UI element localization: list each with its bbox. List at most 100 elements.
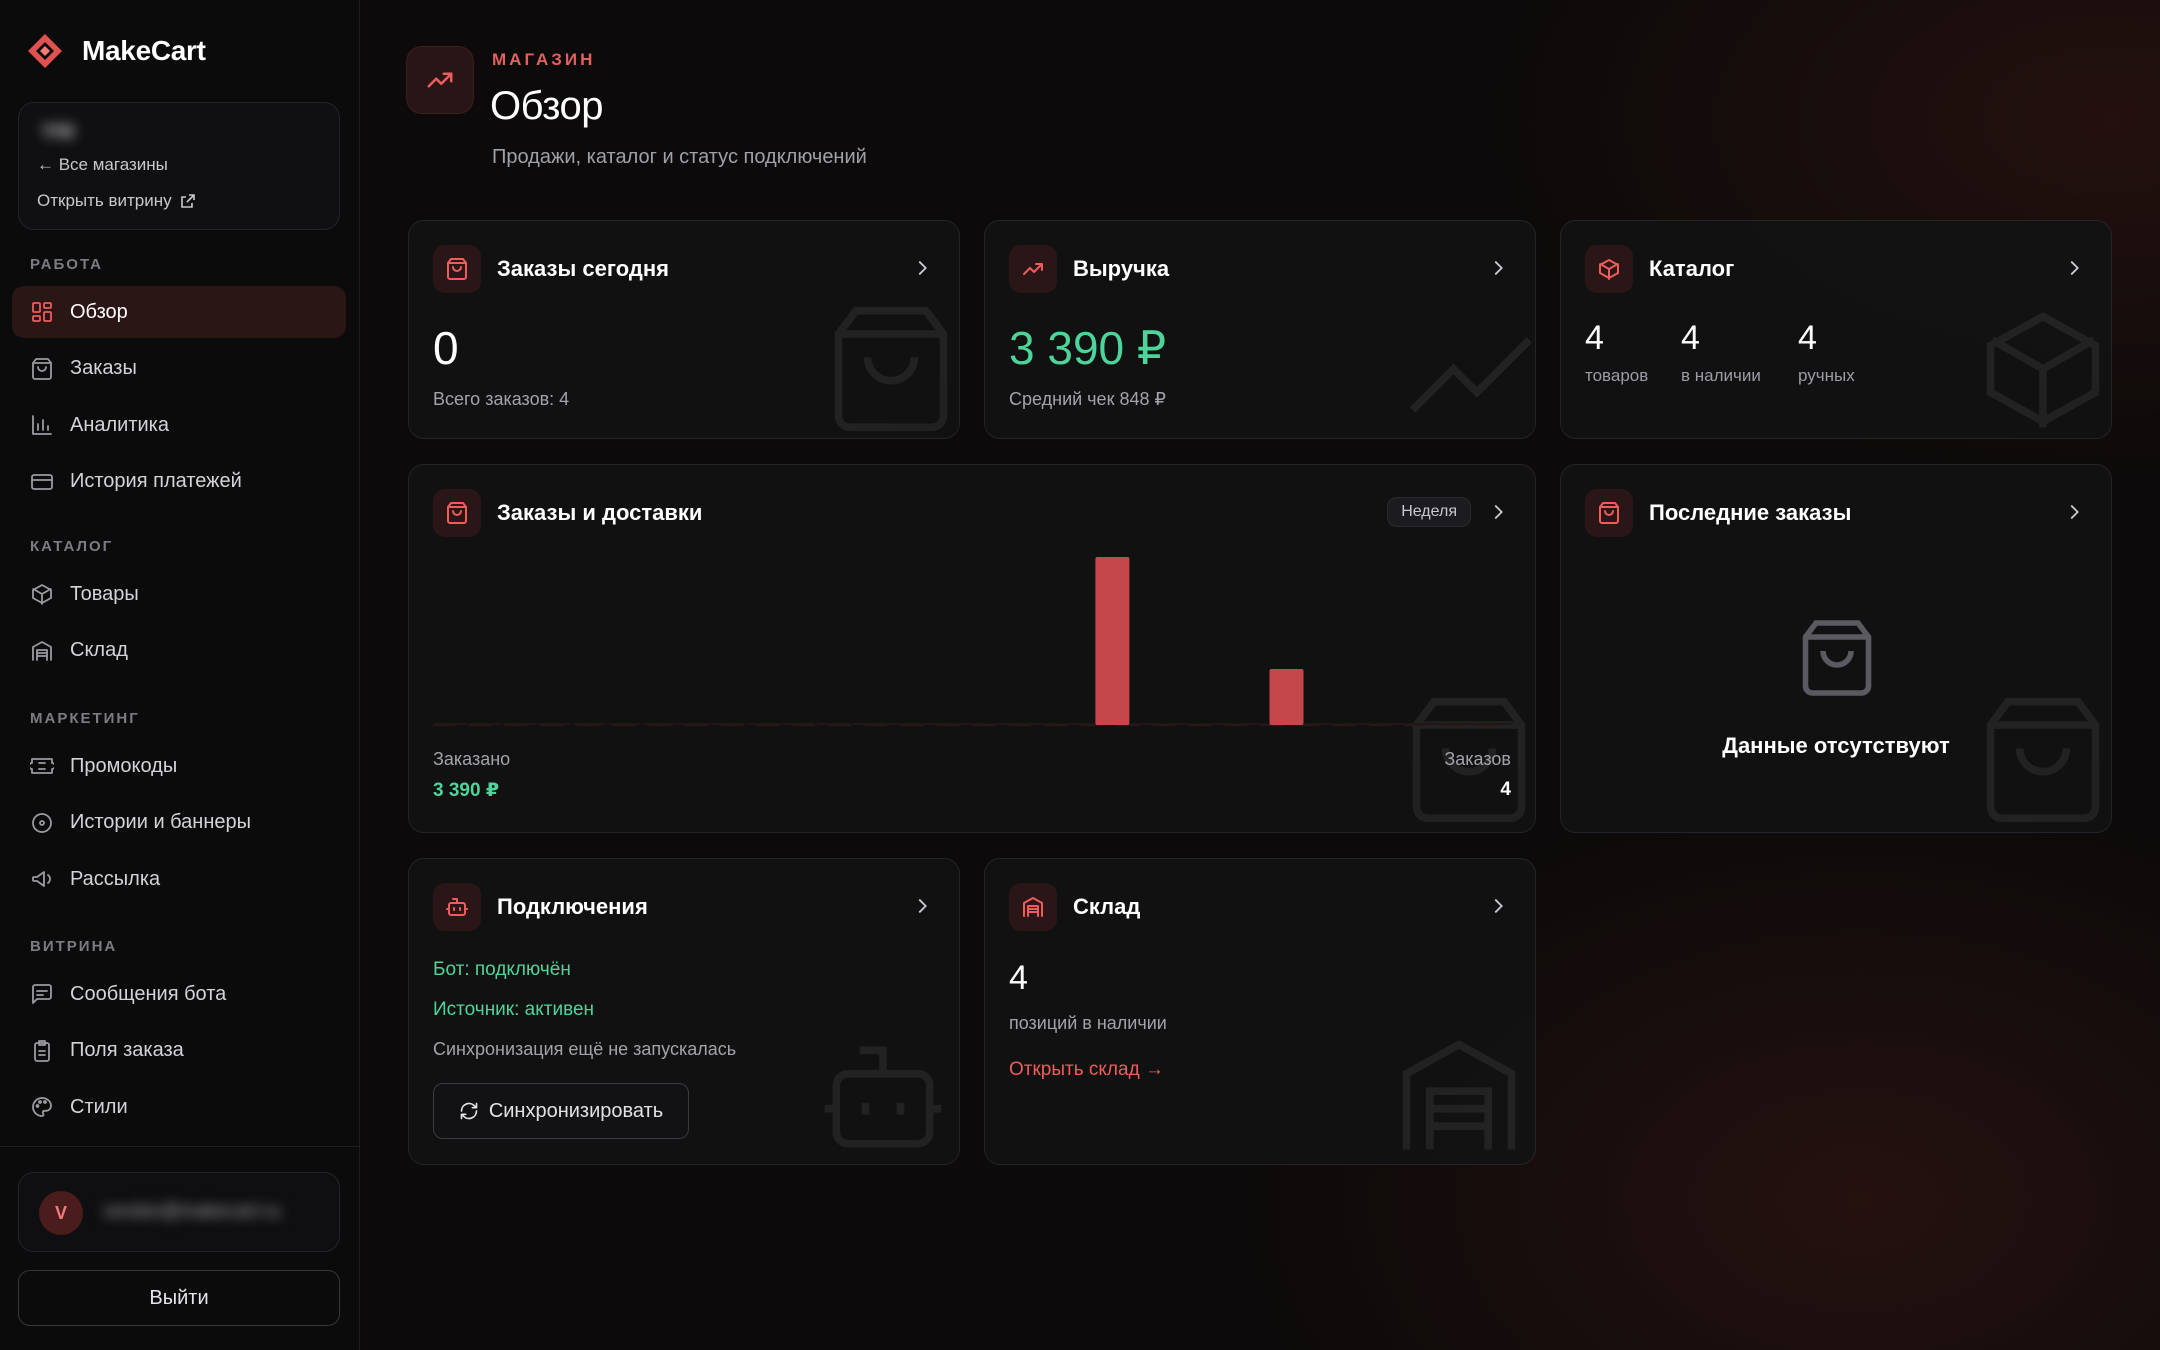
- orders-bar-chart: [433, 557, 1513, 726]
- chart-bar: [1060, 723, 1095, 725]
- store-card: YNI ← Все магазины Открыть витрину: [18, 102, 340, 230]
- sidebar-item[interactable]: Обзор: [12, 286, 346, 338]
- recent-orders-card[interactable]: Последние заказы Данные отсутствуют: [1560, 464, 2112, 833]
- sidebar-item-label: История платежей: [70, 470, 242, 492]
- chart-bar: [1234, 723, 1269, 725]
- user-email: vendor@makecart.ru: [103, 1201, 281, 1222]
- trending-up-icon: [1009, 245, 1057, 293]
- sync-button[interactable]: Синхронизировать: [433, 1083, 689, 1139]
- catalog-card[interactable]: Каталог 4 товаров 4 в наличии 4 ручных: [1560, 220, 2112, 439]
- sidebar-item[interactable]: Промокоды: [12, 740, 346, 792]
- stat-label: товаров: [1585, 366, 1649, 385]
- card-title: Заказы сегодня: [497, 256, 669, 281]
- trending-up-watermark-icon: [1409, 337, 1533, 413]
- period-selector[interactable]: Неделя: [1387, 497, 1471, 527]
- sidebar-item[interactable]: Истории и баннеры: [12, 797, 346, 849]
- stat-value: 4: [1681, 319, 1700, 357]
- sidebar-item[interactable]: Товары: [12, 568, 346, 620]
- logout-button[interactable]: Выйти: [18, 1270, 340, 1326]
- nav-section-title: РАБОТА: [30, 256, 104, 273]
- shopping-bag-watermark-icon: [1986, 697, 2100, 823]
- chevron-right-icon[interactable]: [911, 257, 933, 279]
- card-title: Выручка: [1073, 256, 1170, 281]
- nav-section-title: ВИТРИНА: [30, 938, 118, 955]
- stat-value: 4: [1798, 319, 1817, 357]
- connections-card[interactable]: Подключения Бот: подключён Источник: акт…: [408, 858, 960, 1165]
- user-card[interactable]: V vendor@makecart.ru: [18, 1172, 340, 1252]
- shopping-bag-icon: [1585, 489, 1633, 537]
- sidebar-item[interactable]: Заказы: [12, 343, 346, 395]
- sidebar-item[interactable]: Стили: [12, 1081, 346, 1133]
- chart-bar: [1304, 723, 1339, 725]
- message-icon: [32, 984, 52, 1004]
- chart-bar: [1095, 557, 1130, 725]
- chevron-right-icon[interactable]: [911, 895, 933, 917]
- brand[interactable]: MakeCart: [26, 32, 206, 70]
- shopping-bag-icon: [32, 357, 52, 380]
- chevron-right-icon[interactable]: [1487, 895, 1509, 917]
- revenue-value: 3 390 ₽: [1009, 322, 1167, 374]
- chart-bar: [921, 723, 956, 725]
- dashboard-icon: [32, 302, 52, 322]
- orders-today-value: 0: [433, 322, 459, 374]
- sidebar-item[interactable]: Сообщения бота: [12, 968, 346, 1020]
- chart-bar: [1478, 723, 1513, 725]
- stat-label: ручных: [1798, 366, 1855, 385]
- page-title: Обзор: [490, 84, 604, 128]
- open-storefront-link[interactable]: Открыть витрину: [37, 191, 196, 211]
- card-header: Заказы и доставки: [433, 489, 702, 537]
- card-header: Выручка: [1009, 245, 1169, 293]
- chart-bar: [572, 723, 607, 725]
- sync-button-label: Синхронизировать: [488, 1099, 664, 1122]
- chart-bar: [1374, 723, 1409, 725]
- card-header: Заказы сегодня: [433, 245, 669, 293]
- card-header: Каталог: [1585, 245, 1734, 293]
- sidebar-item-label: Товары: [70, 582, 139, 605]
- card-header: Подключения: [433, 883, 648, 931]
- orders-deliveries-card[interactable]: Заказы и доставки Неделя Заказано 3 390 …: [408, 464, 1536, 833]
- sidebar-item[interactable]: Рассылка: [12, 853, 346, 905]
- empty-bag-icon: [1802, 620, 1872, 696]
- package-icon: [32, 584, 52, 605]
- bot-status: Бот: подключён: [433, 959, 571, 980]
- sidebar-item-label: Рассылка: [70, 867, 161, 890]
- stat-value: 4: [1585, 319, 1604, 357]
- chevron-right-icon[interactable]: [1487, 501, 1509, 523]
- warehouse-card[interactable]: Склад 4 позиций в наличии Открыть склад …: [984, 858, 1536, 1165]
- chart-bar: [747, 723, 781, 725]
- open-warehouse-link[interactable]: Открыть склад →: [1009, 1059, 1164, 1081]
- bot-icon: [433, 883, 481, 931]
- main-content: МАГАЗИН Обзор Продажи, каталог и статус …: [360, 0, 2160, 1350]
- average-check: Средний чек 848 ₽: [1009, 389, 1166, 409]
- sidebar-item-label: Обзор: [70, 300, 128, 323]
- warehouse-value: 4: [1009, 959, 1028, 997]
- revenue-card[interactable]: Выручка 3 390 ₽ Средний чек 848 ₽: [984, 220, 1536, 439]
- sidebar-item-label: Промокоды: [70, 754, 178, 777]
- sidebar-item[interactable]: История платежей: [12, 456, 346, 508]
- chart-bar: [607, 723, 642, 725]
- circle-play-icon: [32, 812, 52, 833]
- warehouse-watermark-icon: [1402, 1040, 1516, 1150]
- chevron-right-icon[interactable]: [2063, 257, 2085, 279]
- stat-in-stock: 4 в наличии: [1681, 319, 1761, 386]
- orders-count-label: Заказов: [1444, 749, 1511, 769]
- sidebar-item[interactable]: Аналитика: [12, 399, 346, 451]
- chart-bar: [712, 723, 747, 725]
- nav-section-title: КАТАЛОГ: [30, 538, 114, 555]
- chevron-right-icon[interactable]: [2063, 501, 2085, 523]
- stat-manual: 4 ручных: [1798, 319, 1855, 386]
- nav-section-title: МАРКЕТИНГ: [30, 710, 140, 727]
- chart-bar: [886, 723, 921, 725]
- card-header: Склад: [1009, 883, 1140, 931]
- all-stores-link[interactable]: ← Все магазины: [37, 155, 168, 175]
- orders-today-card[interactable]: Заказы сегодня 0 Всего заказов: 4: [408, 220, 960, 439]
- page-subtitle: Продажи, каталог и статус подключений: [492, 146, 867, 168]
- chart-bar: [816, 723, 851, 725]
- sidebar-item[interactable]: Склад: [12, 625, 346, 677]
- external-link-icon: [180, 194, 195, 208]
- card-header: Последние заказы: [1585, 489, 1851, 537]
- chevron-right-icon[interactable]: [1487, 257, 1509, 279]
- sidebar-item[interactable]: Поля заказа: [12, 1025, 346, 1077]
- stat-products: 4 товаров: [1585, 319, 1648, 386]
- chart-bar: [1269, 669, 1304, 725]
